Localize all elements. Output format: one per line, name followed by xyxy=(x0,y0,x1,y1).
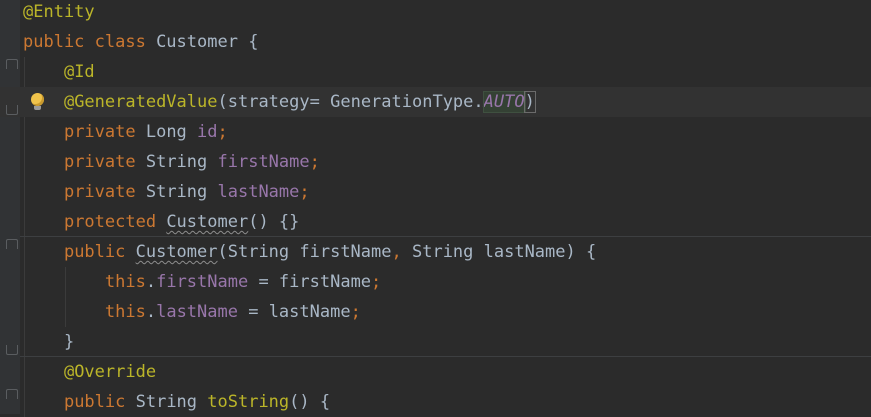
code-line[interactable]: @Override xyxy=(0,357,871,387)
code-token: toString xyxy=(207,392,290,412)
code-token: = xyxy=(309,92,331,112)
code-token: Long xyxy=(145,122,198,142)
code-token: Customer xyxy=(135,242,218,262)
code-token: @GeneratedValue xyxy=(63,92,218,112)
code-token: () xyxy=(248,212,279,232)
code-token: Customer xyxy=(166,212,249,232)
code-line[interactable]: private String firstName; xyxy=(0,147,871,177)
code-line[interactable]: this.lastName = lastName; xyxy=(0,297,871,327)
code-token: ; xyxy=(371,272,382,292)
code-token: String xyxy=(135,392,208,412)
code-line[interactable]: public class Customer { xyxy=(0,27,871,57)
code-text: this.firstName = firstName; xyxy=(23,267,381,297)
code-text: public String toString() { xyxy=(23,387,330,417)
code-editor[interactable]: @Entity public class Customer { @Id @Gene… xyxy=(0,0,871,417)
code-token: private xyxy=(63,182,146,202)
code-token: GenerationType. xyxy=(330,92,484,112)
code-token: firstName xyxy=(217,152,310,172)
code-token: } xyxy=(23,332,75,352)
code-token: lastName xyxy=(217,182,300,202)
fold-start-icon[interactable] xyxy=(6,389,18,399)
code-token: , xyxy=(391,242,412,262)
code-text: } xyxy=(23,327,74,357)
code-token: = lastName xyxy=(237,302,351,322)
code-token: ) xyxy=(523,91,536,113)
code-token: this xyxy=(104,272,146,292)
code-token: ; xyxy=(350,302,361,322)
code-line[interactable]: private Long id; xyxy=(0,117,871,147)
method-separator xyxy=(20,356,871,357)
code-token: = firstName xyxy=(248,272,372,292)
code-token: AUTO xyxy=(482,91,526,113)
code-token: ; xyxy=(309,152,320,172)
code-line[interactable]: private String lastName; xyxy=(0,177,871,207)
code-text: private Long id; xyxy=(23,117,228,147)
code-token: public xyxy=(63,242,136,262)
code-token: public xyxy=(63,392,136,412)
code-token: @Entity xyxy=(23,2,95,22)
code-text: @Id xyxy=(23,57,95,87)
code-token: lastName xyxy=(156,302,238,322)
code-text: this.lastName = lastName; xyxy=(23,297,361,327)
code-token: @Id xyxy=(63,62,95,82)
fold-end-icon[interactable] xyxy=(6,345,18,355)
code-text: private String firstName; xyxy=(23,147,320,177)
code-line[interactable]: @Entity xyxy=(0,0,871,27)
code-token: Customer xyxy=(156,32,249,52)
code-token: {} xyxy=(278,212,300,232)
method-separator xyxy=(20,236,871,237)
code-token: this xyxy=(104,302,146,322)
code-token: public class xyxy=(23,32,157,52)
code-token: firstName xyxy=(156,272,249,292)
code-line[interactable]: public String toString() { xyxy=(0,387,871,417)
code-text: @Override xyxy=(23,357,156,387)
code-text: @Entity xyxy=(23,0,95,27)
code-line[interactable]: @Id xyxy=(0,57,871,87)
code-line[interactable]: @GeneratedValue(strategy= GenerationType… xyxy=(0,87,871,117)
code-token: ; xyxy=(217,122,228,142)
code-token: String lastName) { xyxy=(411,242,597,262)
code-token: String xyxy=(145,182,218,202)
code-token: String xyxy=(145,152,218,172)
code-line[interactable]: public Customer(String firstName, String… xyxy=(0,237,871,267)
code-line[interactable]: protected Customer() {} xyxy=(0,207,871,237)
code-token: () { xyxy=(289,392,331,412)
code-token: . xyxy=(145,302,157,322)
code-text: private String lastName; xyxy=(23,177,310,207)
code-text: public Customer(String firstName, String… xyxy=(23,237,596,267)
lightbulb-icon[interactable] xyxy=(31,93,44,110)
code-text: @GeneratedValue(strategy= GenerationType… xyxy=(23,87,536,117)
code-token: protected xyxy=(63,212,167,232)
fold-start-icon[interactable] xyxy=(6,59,18,69)
code-text: protected Customer() {} xyxy=(23,207,299,237)
fold-end-icon[interactable] xyxy=(6,105,18,115)
code-line[interactable]: } xyxy=(0,327,871,357)
code-token: { xyxy=(248,32,259,52)
code-token: (String firstName xyxy=(217,242,392,262)
code-token: private xyxy=(63,122,146,142)
code-line[interactable]: this.firstName = firstName; xyxy=(0,267,871,297)
code-text: public class Customer { xyxy=(23,27,258,57)
code-token: . xyxy=(145,272,157,292)
code-token: private xyxy=(63,152,146,172)
fold-start-icon[interactable] xyxy=(6,239,18,249)
code-token: id xyxy=(197,122,218,142)
code-token: @Override xyxy=(63,362,157,382)
code-token: ; xyxy=(299,182,310,202)
code-token: strategy xyxy=(227,92,310,112)
code-token: ( xyxy=(217,92,228,112)
